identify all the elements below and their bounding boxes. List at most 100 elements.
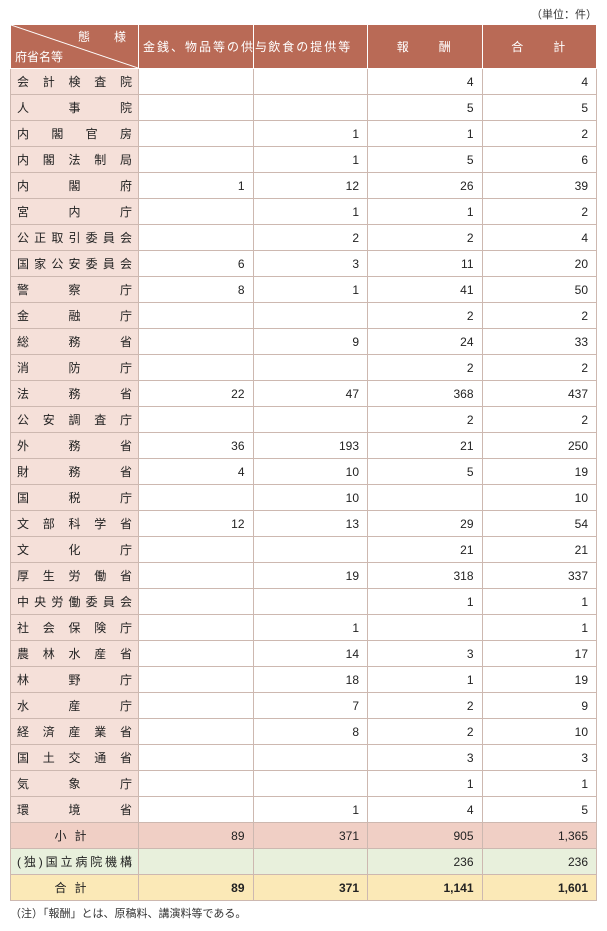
cell-value bbox=[139, 615, 254, 641]
table-row: 農林水産省14317 bbox=[11, 641, 597, 667]
row-name: 内閣府 bbox=[11, 173, 139, 199]
cell-value: 1 bbox=[368, 121, 483, 147]
row-name: (独)国立病院機構 bbox=[11, 849, 139, 875]
table-row: 国土交通省 33 bbox=[11, 745, 597, 771]
row-name: 文化庁 bbox=[11, 537, 139, 563]
row-name: 経済産業省 bbox=[11, 719, 139, 745]
row-name: 農林水産省 bbox=[11, 641, 139, 667]
cell-value: 19 bbox=[253, 563, 368, 589]
cell-value: 8 bbox=[139, 277, 254, 303]
row-name: 環境省 bbox=[11, 797, 139, 823]
row-name: 社会保険庁 bbox=[11, 615, 139, 641]
cell-value: 1,141 bbox=[368, 875, 483, 901]
cell-value: 24 bbox=[368, 329, 483, 355]
cell-value: 371 bbox=[253, 875, 368, 901]
cell-value: 2 bbox=[482, 121, 597, 147]
cell-value bbox=[253, 849, 368, 875]
cell-value: 1 bbox=[253, 199, 368, 225]
table-row: 中央労働委員会11 bbox=[11, 589, 597, 615]
cell-value bbox=[368, 485, 483, 511]
cell-value bbox=[139, 69, 254, 95]
cell-value: 1 bbox=[368, 589, 483, 615]
cell-value bbox=[253, 745, 368, 771]
cell-value bbox=[139, 407, 254, 433]
cell-value bbox=[139, 641, 254, 667]
cell-value: 89 bbox=[139, 823, 254, 849]
footnote: （注）「報酬」とは、原稿料、講演料等である。 bbox=[10, 905, 597, 921]
cell-value: 47 bbox=[253, 381, 368, 407]
cell-value: 10 bbox=[253, 459, 368, 485]
table-row: 厚生労働省19318337 bbox=[11, 563, 597, 589]
table-row: 宮内庁112 bbox=[11, 199, 597, 225]
cell-value: 39 bbox=[482, 173, 597, 199]
cell-value bbox=[139, 563, 254, 589]
row-name: 小計 bbox=[11, 823, 139, 849]
cell-value: 2 bbox=[368, 693, 483, 719]
cell-value: 9 bbox=[253, 329, 368, 355]
table-row: 財務省410519 bbox=[11, 459, 597, 485]
table-row: 法務省2247368437 bbox=[11, 381, 597, 407]
cell-value: 437 bbox=[482, 381, 597, 407]
row-name: 公安調査庁 bbox=[11, 407, 139, 433]
cell-value: 19 bbox=[482, 667, 597, 693]
cell-value: 2 bbox=[368, 225, 483, 251]
row-name: 法務省 bbox=[11, 381, 139, 407]
row-name: 国税庁 bbox=[11, 485, 139, 511]
cell-value: 4 bbox=[139, 459, 254, 485]
cell-value: 20 bbox=[482, 251, 597, 277]
cell-value bbox=[139, 719, 254, 745]
table-row: 外務省3619321250 bbox=[11, 433, 597, 459]
table-row: 消防庁22 bbox=[11, 355, 597, 381]
row-name: 会計検査院 bbox=[11, 69, 139, 95]
table-row: 国家公安委員会631120 bbox=[11, 251, 597, 277]
table-row: 人事院55 bbox=[11, 95, 597, 121]
cell-value: 8 bbox=[253, 719, 368, 745]
cell-value: 11 bbox=[368, 251, 483, 277]
cell-value bbox=[253, 303, 368, 329]
table-row: 社会保険庁11 bbox=[11, 615, 597, 641]
cell-value: 41 bbox=[368, 277, 483, 303]
cell-value: 2 bbox=[368, 719, 483, 745]
cell-value: 5 bbox=[482, 95, 597, 121]
table-row: 林野庁18119 bbox=[11, 667, 597, 693]
cell-value bbox=[139, 303, 254, 329]
cell-value: 21 bbox=[482, 537, 597, 563]
cell-value bbox=[368, 615, 483, 641]
table-row: 警察庁814150 bbox=[11, 277, 597, 303]
cell-value bbox=[253, 771, 368, 797]
cell-value: 89 bbox=[139, 875, 254, 901]
table-row: 文化庁 2121 bbox=[11, 537, 597, 563]
cell-value: 193 bbox=[253, 433, 368, 459]
row-name: 合計 bbox=[11, 875, 139, 901]
cell-value: 337 bbox=[482, 563, 597, 589]
cell-value: 1 bbox=[482, 615, 597, 641]
cell-value: 12 bbox=[139, 511, 254, 537]
cell-value: 2 bbox=[253, 225, 368, 251]
row-name: 林野庁 bbox=[11, 667, 139, 693]
cell-value: 3 bbox=[482, 745, 597, 771]
cell-value: 4 bbox=[482, 69, 597, 95]
cell-value: 22 bbox=[139, 381, 254, 407]
table-row: 会計検査院 44 bbox=[11, 69, 597, 95]
cell-value: 6 bbox=[139, 251, 254, 277]
row-name: 消防庁 bbox=[11, 355, 139, 381]
unit-label: （単位：件） bbox=[10, 6, 597, 22]
cell-value: 21 bbox=[368, 537, 483, 563]
cell-value bbox=[139, 121, 254, 147]
row-name: 国土交通省 bbox=[11, 745, 139, 771]
row-name: 警察庁 bbox=[11, 277, 139, 303]
cell-value: 2 bbox=[368, 303, 483, 329]
cell-value: 1 bbox=[368, 667, 483, 693]
cell-value: 3 bbox=[368, 745, 483, 771]
cell-value: 21 bbox=[368, 433, 483, 459]
row-name: 金融庁 bbox=[11, 303, 139, 329]
cell-value: 1 bbox=[368, 771, 483, 797]
cell-value bbox=[139, 95, 254, 121]
table-row: 内閣官房112 bbox=[11, 121, 597, 147]
row-name: 総務省 bbox=[11, 329, 139, 355]
corner-bottom-label: 府省名等 bbox=[15, 48, 63, 65]
cell-value: 4 bbox=[368, 69, 483, 95]
cell-value bbox=[139, 667, 254, 693]
cell-value: 250 bbox=[482, 433, 597, 459]
cell-value bbox=[253, 537, 368, 563]
